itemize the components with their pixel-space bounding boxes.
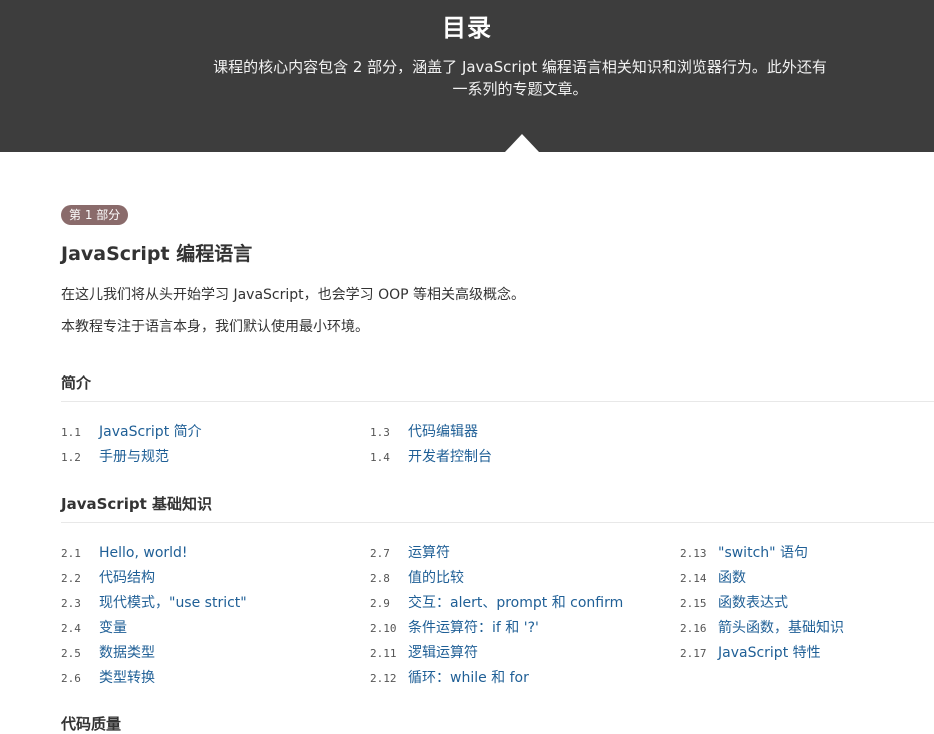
page-title: 目录	[442, 14, 492, 42]
toc-item-link[interactable]: 值的比较	[408, 570, 464, 586]
toc-item-number: 2.4	[61, 622, 81, 635]
toc-item-number: 2.8	[370, 572, 390, 585]
toc-item-link[interactable]: 循环：while 和 for	[408, 670, 529, 686]
toc-item-link[interactable]: 条件运算符：if 和 '?'	[408, 620, 539, 636]
part-description-1: 在这儿我们将从头开始学习 JavaScript，也会学习 OOP 等相关高级概念…	[61, 287, 526, 303]
toc-item[interactable]: 1.2 手册与规范	[61, 445, 169, 467]
toc-item[interactable]: 2.15 函数表达式	[680, 591, 788, 613]
toc-item[interactable]: 1.1 JavaScript 简介	[61, 420, 202, 442]
toc-item-link[interactable]: JavaScript 特性	[718, 645, 821, 661]
toc-item-number: 2.6	[61, 672, 81, 685]
toc-item[interactable]: 2.16 箭头函数，基础知识	[680, 616, 844, 638]
toc-item-link[interactable]: JavaScript 简介	[99, 424, 202, 440]
toc-item-number: 2.13	[680, 547, 707, 560]
toc-item-link[interactable]: "switch" 语句	[718, 545, 808, 561]
section-divider	[61, 522, 934, 523]
subtitle-line-2: 一系列的专题文章。	[452, 80, 588, 98]
toc-item-number: 1.4	[370, 451, 390, 464]
toc-item[interactable]: 2.1 Hello, world!	[61, 541, 188, 563]
toc-item-link[interactable]: 手册与规范	[99, 449, 169, 465]
section-title-intro[interactable]: 简介	[61, 372, 91, 393]
section-title-basics[interactable]: JavaScript 基础知识	[61, 493, 212, 514]
toc-item-number: 2.9	[370, 597, 390, 610]
toc-item-link[interactable]: 开发者控制台	[408, 449, 492, 465]
toc-item-number: 2.7	[370, 547, 390, 560]
toc-item-number: 2.16	[680, 622, 707, 635]
toc-item-number: 2.3	[61, 597, 81, 610]
toc-item-link[interactable]: 数据类型	[99, 645, 155, 661]
toc-item-link[interactable]: 箭头函数，基础知识	[718, 620, 844, 636]
toc-item-link[interactable]: 函数	[718, 570, 746, 586]
toc-item[interactable]: 2.3 现代模式，"use strict"	[61, 591, 247, 613]
toc-item-link[interactable]: 交互：alert、prompt 和 confirm	[408, 595, 623, 611]
toc-item-number: 2.14	[680, 572, 707, 585]
toc-item-link[interactable]: 类型转换	[99, 670, 155, 686]
section-title-code-quality[interactable]: 代码质量	[61, 713, 121, 734]
section-divider	[61, 401, 934, 402]
toc-item-link[interactable]: Hello, world!	[99, 545, 188, 561]
toc-item-number: 2.5	[61, 647, 81, 660]
toc-item-number: 2.2	[61, 572, 81, 585]
toc-item[interactable]: 2.9 交互：alert、prompt 和 confirm	[370, 591, 623, 613]
header-banner: 目录 课程的核心内容包含 2 部分，涵盖了 JavaScript 编程语言相关知…	[0, 0, 934, 152]
toc-item-number: 2.17	[680, 647, 707, 660]
part-title[interactable]: JavaScript 编程语言	[61, 239, 252, 266]
toc-item[interactable]: 2.11 逻辑运算符	[370, 641, 478, 663]
toc-item[interactable]: 2.12 循环：while 和 for	[370, 666, 529, 688]
toc-item[interactable]: 2.13 "switch" 语句	[680, 541, 808, 563]
toc-item-link[interactable]: 逻辑运算符	[408, 645, 478, 661]
toc-item-link[interactable]: 运算符	[408, 545, 450, 561]
toc-item[interactable]: 2.14 函数	[680, 566, 746, 588]
header-notch	[505, 134, 539, 152]
page-subtitle: 课程的核心内容包含 2 部分，涵盖了 JavaScript 编程语言相关知识和浏…	[190, 56, 850, 100]
subtitle-line-1: 课程的核心内容包含 2 部分，涵盖了 JavaScript 编程语言相关知识和浏…	[213, 58, 827, 76]
toc-item-link[interactable]: 函数表达式	[718, 595, 788, 611]
toc-item[interactable]: 2.5 数据类型	[61, 641, 155, 663]
toc-item-link[interactable]: 变量	[99, 620, 127, 636]
toc-item-link[interactable]: 现代模式，"use strict"	[99, 595, 247, 611]
toc-item[interactable]: 2.10 条件运算符：if 和 '?'	[370, 616, 539, 638]
toc-item-link[interactable]: 代码结构	[99, 570, 155, 586]
toc-item[interactable]: 2.17 JavaScript 特性	[680, 641, 821, 663]
toc-item-number: 1.3	[370, 426, 390, 439]
toc-item[interactable]: 2.8 值的比较	[370, 566, 464, 588]
toc-item[interactable]: 2.7 运算符	[370, 541, 450, 563]
toc-item-number: 1.1	[61, 426, 81, 439]
toc-item[interactable]: 1.3 代码编辑器	[370, 420, 478, 442]
toc-item-number: 2.11	[370, 647, 397, 660]
toc-item-number: 2.10	[370, 622, 397, 635]
toc-item[interactable]: 2.6 类型转换	[61, 666, 155, 688]
toc-item-link[interactable]: 代码编辑器	[408, 424, 478, 440]
toc-item-number: 2.1	[61, 547, 81, 560]
part-badge: 第 1 部分	[61, 205, 129, 225]
toc-item-number: 2.15	[680, 597, 707, 610]
toc-item-number: 2.12	[370, 672, 397, 685]
toc-item-number: 1.2	[61, 451, 81, 464]
toc-item[interactable]: 1.4 开发者控制台	[370, 445, 492, 467]
toc-item[interactable]: 2.2 代码结构	[61, 566, 155, 588]
toc-item[interactable]: 2.4 变量	[61, 616, 127, 638]
part-description-2: 本教程专注于语言本身，我们默认使用最小环境。	[61, 319, 369, 335]
